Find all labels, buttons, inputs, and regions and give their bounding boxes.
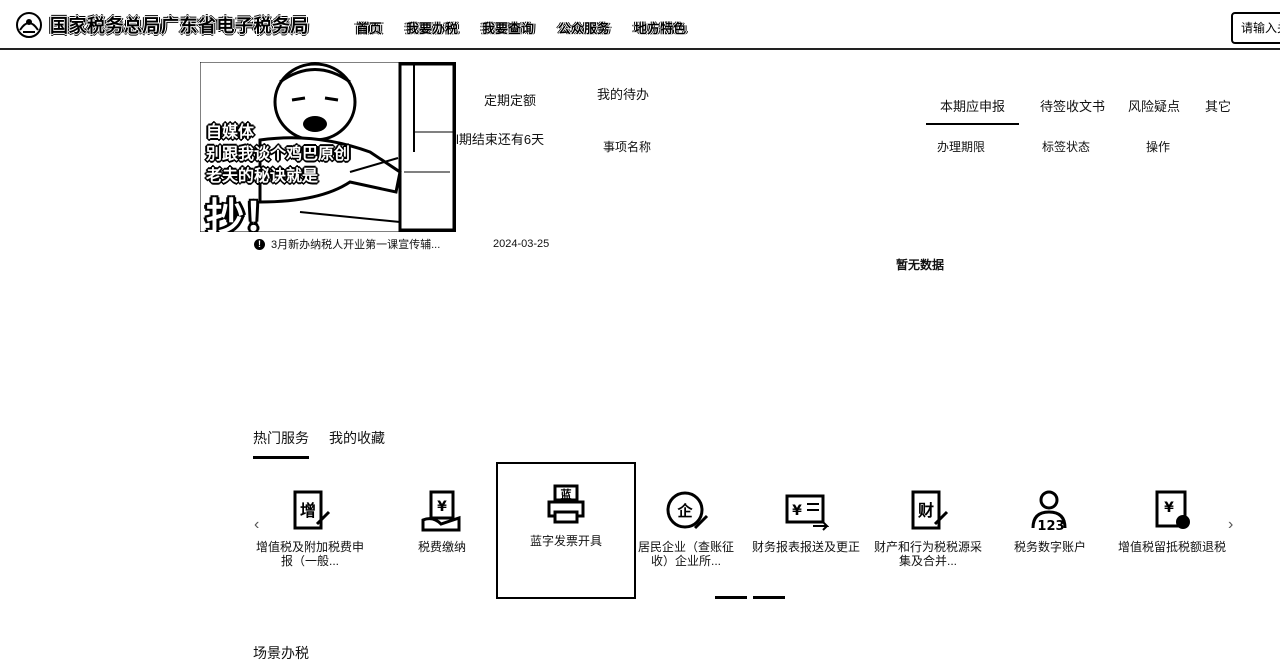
deadline-title: 定期定额 [484, 93, 537, 108]
tab-current-filing[interactable]: 本期应申报 [926, 96, 1020, 125]
service-label: 财务报表报送及更正 [752, 540, 861, 554]
tab-hot-services[interactable]: 热门服务 [253, 428, 309, 459]
service-vat-refund[interactable]: ¥ 增值税留抵税额退税 [1112, 470, 1232, 554]
service-carousel: 增 增值税及附加税费申报（一般... ¥ 税费缴纳 蓝 蓝字发票开具 企 居民企… [250, 462, 1232, 599]
service-label: 居民企业（查账征收）企业所... [637, 540, 734, 568]
nav-query[interactable]: 我要查询 [482, 18, 534, 37]
digital-account-icon: 123 [1031, 490, 1067, 534]
service-label: 税务数字账户 [1013, 540, 1086, 554]
site-logo[interactable]: 国家税务总局广东省电子税务局 [14, 10, 309, 40]
notice-date: 2024-03-25 [493, 238, 550, 250]
service-tax-payment[interactable]: ¥ 税费缴纳 [382, 470, 502, 554]
col-action: 操作 [1146, 140, 1171, 154]
banner-line-1: 自媒体 [206, 124, 255, 141]
tab-risk-points[interactable]: 风险疑点 [1128, 96, 1180, 115]
top-header: 国家税务总局广东省电子税务局 首页 我要办税 我要查询 公众服务 地方特色 请输… [0, 0, 1280, 50]
tab-my-favorites[interactable]: 我的收藏 [329, 428, 385, 459]
col-deadline: 办理期限 [937, 140, 986, 154]
property-tax-icon: 财 [911, 490, 949, 530]
col-item-name: 事项名称 [603, 140, 652, 154]
banner-line-2: 别跟我谈个鸡巴原创 [206, 146, 351, 163]
meme-banner[interactable]: 自媒体 别跟我谈个鸡巴原创 老夫的秘诀就是 抄！ [200, 62, 456, 232]
scene-tax-title: 场景办税 [253, 645, 309, 661]
service-digital-account[interactable]: 123 税务数字账户 [990, 470, 1110, 554]
service-tabs: 热门服务 我的收藏 [253, 428, 405, 459]
service-enterprise-income[interactable]: 企 居民企业（查账征收）企业所... [626, 470, 746, 568]
nav-do-tax[interactable]: 我要办税 [406, 18, 458, 37]
search-input[interactable]: 请输入关 [1231, 12, 1280, 44]
service-glyph: 企 [676, 502, 693, 520]
vat-refund-icon: ¥ [1155, 490, 1190, 529]
banner-line-3: 老夫的秘诀就是 [206, 168, 319, 185]
page-dot[interactable] [715, 596, 747, 599]
service-glyph: 蓝 [561, 487, 572, 501]
enterprise-icon: 企 [666, 491, 709, 530]
nav-home[interactable]: 首页 [356, 18, 382, 37]
notice-title: 3月新办纳税人开业第一课宣传辅... [271, 239, 441, 251]
service-glyph: ¥ [437, 499, 447, 515]
increase-tax-icon: 增 [293, 490, 331, 530]
todo-title: 我的待办 [597, 87, 650, 102]
banner-big-text: 抄！ [206, 197, 283, 232]
service-glyph: 增 [300, 501, 316, 520]
tab-pending-docs[interactable]: 待签收文书 [1040, 96, 1105, 115]
tab-other[interactable]: 其它 [1205, 96, 1231, 115]
service-label: 蓝字发票开具 [529, 534, 602, 548]
service-label: 税费缴纳 [417, 540, 466, 554]
invoice-printer-icon: 蓝 [547, 484, 585, 524]
site-title: 国家税务总局广东省电子税务局 [50, 16, 309, 36]
carousel-pagination [715, 596, 791, 599]
tax-payment-icon: ¥ [421, 490, 461, 532]
service-property-tax[interactable]: 财 财产和行为税税源采集及合并... [868, 470, 988, 568]
service-blue-invoice[interactable]: 蓝 蓝字发票开具 [496, 462, 636, 599]
empty-data-text: 暂无数据 [896, 258, 945, 272]
info-icon: ! [254, 238, 265, 250]
deadline-countdown: l期结束还有6天 [456, 132, 545, 147]
service-glyph: ¥ [792, 503, 802, 519]
page-dot[interactable] [753, 596, 785, 599]
service-label: 财产和行为税税源采集及合并... [874, 540, 983, 568]
service-label: 增值税留抵税额退税 [1118, 540, 1227, 554]
notice-item[interactable]: ! 3月新办纳税人开业第一课宣传辅... 2024-03-25 [254, 236, 554, 252]
nav-local-feature[interactable]: 地方特色 [634, 18, 686, 37]
nav-public-service[interactable]: 公众服务 [558, 18, 610, 37]
tax-emblem-icon [16, 12, 42, 38]
service-label: 增值税及附加税费申报（一般... [256, 540, 365, 568]
service-glyph: ¥ [1164, 500, 1174, 516]
service-glyph: 123 [1037, 519, 1064, 534]
service-glyph: 财 [917, 501, 934, 520]
col-sign-status: 标签状态 [1042, 140, 1091, 154]
service-vat-filing[interactable]: 增 增值税及附加税费申报（一般... [250, 470, 370, 568]
main-nav: 首页 我要办税 我要查询 公众服务 地方特色 [356, 18, 710, 37]
financial-report-icon: ¥ [785, 494, 829, 531]
service-financial-report[interactable]: ¥ 财务报表报送及更正 [746, 470, 866, 554]
